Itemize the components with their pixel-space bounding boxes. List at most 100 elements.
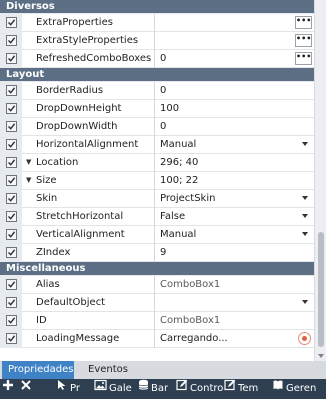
property-name[interactable]: DropDownWidth	[22, 118, 155, 136]
property-name[interactable]: StretchHorizontal	[22, 208, 155, 226]
toolbar-button-label: Tem	[238, 383, 259, 394]
category-header[interactable]: Diversos	[0, 0, 314, 14]
property-name[interactable]: LoadingMessage	[22, 330, 155, 348]
property-value[interactable]: Carregando...	[156, 330, 314, 348]
toolbar-button[interactable]: Contro	[176, 379, 223, 399]
property-value[interactable]: ComboBox1	[156, 312, 314, 330]
property-name[interactable]: ExtraStyleProperties	[22, 32, 155, 50]
property-row[interactable]: BorderRadius 0	[0, 82, 314, 100]
property-value[interactable]: ProjectSkin	[156, 190, 314, 208]
toolbar-button[interactable]	[20, 379, 34, 399]
chevron-down-icon[interactable]	[302, 142, 308, 146]
chevron-down-icon[interactable]	[302, 214, 308, 218]
property-value[interactable]: 9	[156, 244, 314, 262]
property-checkbox[interactable]	[6, 35, 17, 46]
property-row[interactable]: DropDownWidth 0	[0, 118, 314, 136]
property-value[interactable]: False	[156, 208, 314, 226]
property-name[interactable]: ExtraProperties	[22, 14, 155, 32]
expand-arrow-icon[interactable]: ▼	[26, 154, 36, 171]
property-value[interactable]: ComboBox1	[156, 276, 314, 294]
property-row[interactable]: RefreshedComboBoxes 0 •••	[0, 50, 314, 68]
property-checkbox[interactable]	[6, 121, 17, 132]
ellipsis-button[interactable]: •••	[295, 52, 312, 65]
property-value[interactable]: 100	[156, 100, 314, 118]
property-value[interactable]	[156, 32, 314, 50]
property-name[interactable]: HorizontalAlignment	[22, 136, 155, 154]
expand-arrow-icon[interactable]: ▼	[26, 172, 36, 189]
toolbar-button-label: Gale	[109, 383, 132, 394]
chevron-down-icon[interactable]	[302, 196, 308, 200]
toolbar-button[interactable]: Tem	[224, 379, 258, 399]
property-row[interactable]: Skin ProjectSkin	[0, 190, 314, 208]
property-name[interactable]: Alias	[22, 276, 155, 294]
property-row[interactable]: DropDownHeight 100	[0, 100, 314, 118]
ellipsis-button[interactable]: •••	[295, 16, 312, 29]
chevron-down-icon[interactable]	[302, 232, 308, 236]
property-checkbox[interactable]	[6, 175, 17, 186]
vertical-scrollbar[interactable]	[314, 0, 326, 361]
property-value[interactable]: Manual	[156, 136, 314, 154]
property-checkbox[interactable]	[6, 103, 17, 114]
property-row[interactable]: Alias ComboBox1	[0, 276, 314, 294]
property-row[interactable]: ExtraProperties •••	[0, 14, 314, 32]
scrollbar-thumb[interactable]	[318, 232, 324, 347]
property-value[interactable]: 0	[156, 118, 314, 136]
tab-propriedades[interactable]: Propriedades	[2, 361, 74, 379]
property-value[interactable]: 0	[156, 82, 314, 100]
property-row[interactable]: ExtraStyleProperties •••	[0, 32, 314, 50]
property-name[interactable]: DefaultObject	[22, 294, 155, 312]
property-row[interactable]: StretchHorizontal False	[0, 208, 314, 226]
property-name[interactable]: RefreshedComboBoxes	[22, 50, 155, 68]
ellipsis-button[interactable]: •••	[295, 34, 312, 47]
property-checkbox[interactable]	[6, 193, 17, 204]
property-row[interactable]: VerticalAlignment Manual	[0, 226, 314, 244]
toolbar-button[interactable]: Gale	[94, 379, 132, 399]
property-value[interactable]: 0	[156, 50, 314, 68]
property-checkbox[interactable]	[6, 53, 17, 64]
toolbar-button[interactable]: Bar	[138, 379, 168, 399]
chevron-down-icon[interactable]	[302, 300, 308, 304]
property-grid: Diversos ExtraProperties ••• ExtraStyleProp…	[0, 0, 314, 361]
property-checkbox[interactable]	[6, 333, 17, 344]
property-checkbox[interactable]	[6, 247, 17, 258]
property-value[interactable]: Manual	[156, 226, 314, 244]
property-checkbox[interactable]	[6, 279, 17, 290]
tab-eventos[interactable]: Eventos	[82, 361, 142, 379]
property-checkbox[interactable]	[6, 211, 17, 222]
property-name[interactable]: BorderRadius	[22, 82, 155, 100]
property-row[interactable]: ID ComboBox1	[0, 312, 314, 330]
property-value[interactable]	[156, 294, 314, 312]
toolbar-button[interactable]	[2, 379, 16, 399]
toolbar-button[interactable]: Geren	[272, 379, 316, 399]
property-name[interactable]: ▼ Size	[22, 172, 155, 190]
property-name[interactable]: DropDownHeight	[22, 100, 155, 118]
property-name[interactable]: ▼ Location	[22, 154, 155, 172]
property-row[interactable]: LoadingMessage Carregando...	[0, 330, 314, 348]
property-value[interactable]: 296; 40	[156, 154, 314, 172]
toolbar-button[interactable]: Pr	[56, 379, 80, 399]
property-row[interactable]: HorizontalAlignment Manual	[0, 136, 314, 154]
property-row[interactable]: ▼ Location 296; 40	[0, 154, 314, 172]
scroll-down-arrow-icon[interactable]	[318, 354, 324, 358]
image-icon	[94, 379, 107, 399]
category-header[interactable]: Layout	[0, 68, 314, 82]
property-checkbox[interactable]	[6, 157, 17, 168]
property-checkbox[interactable]	[6, 85, 17, 96]
property-checkbox[interactable]	[6, 297, 17, 308]
property-checkbox[interactable]	[6, 139, 17, 150]
property-checkbox[interactable]	[6, 17, 17, 28]
property-value[interactable]	[156, 14, 314, 32]
property-row[interactable]: DefaultObject	[0, 294, 314, 312]
property-name[interactable]: VerticalAlignment	[22, 226, 155, 244]
property-row[interactable]: ZIndex 9	[0, 244, 314, 262]
property-name[interactable]: ZIndex	[22, 244, 155, 262]
property-checkbox[interactable]	[6, 229, 17, 240]
toolbar-button-label: Geren	[286, 383, 317, 394]
property-name[interactable]: Skin	[22, 190, 155, 208]
property-checkbox[interactable]	[6, 315, 17, 326]
property-row[interactable]: ▼ Size 100; 22	[0, 172, 314, 190]
category-header[interactable]: Miscellaneous	[0, 262, 314, 276]
property-value[interactable]: 100; 22	[156, 172, 314, 190]
reset-icon[interactable]	[298, 332, 311, 345]
property-name[interactable]: ID	[22, 312, 155, 330]
